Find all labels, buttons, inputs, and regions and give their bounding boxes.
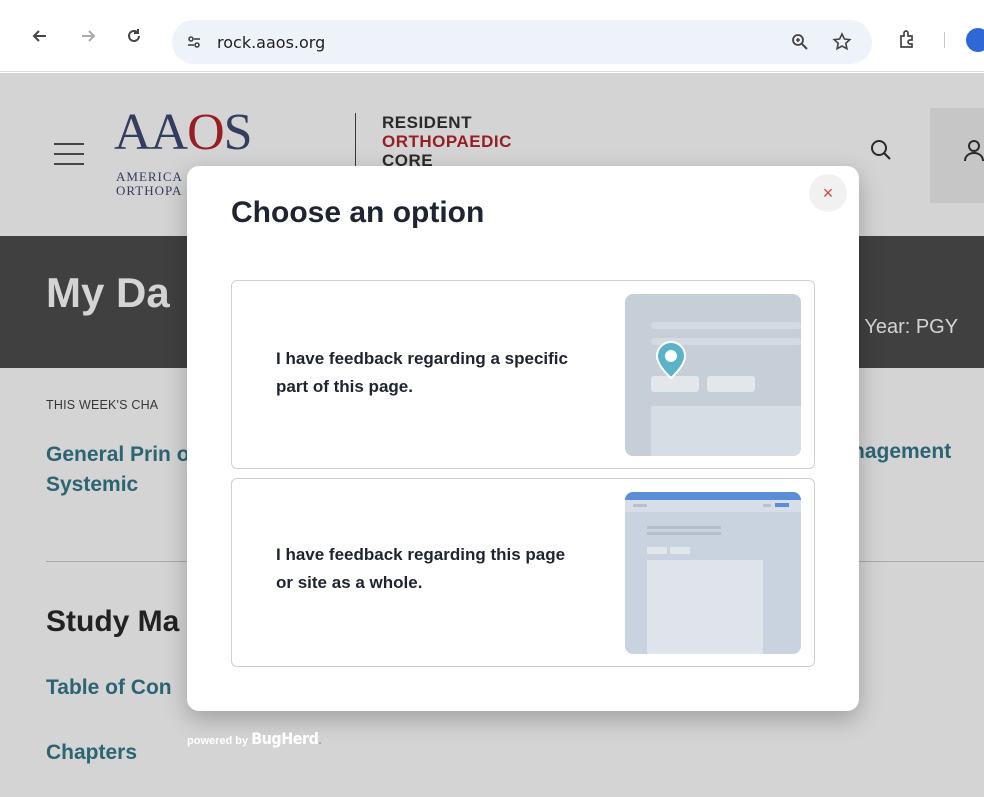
site-info-icon[interactable] [184,32,204,52]
powered-by-bugherd[interactable]: powered by BugHerd. [187,729,322,748]
zoom-icon[interactable] [790,32,810,52]
feedback-modal: Choose an option × I have feedback regar… [187,166,859,711]
extensions-icon[interactable] [896,28,918,50]
url-text[interactable]: rock.aaos.org [217,33,325,52]
back-icon[interactable] [30,26,50,46]
modal-title: Choose an option [231,196,485,229]
page-illustration-icon [625,492,801,654]
forward-icon[interactable] [78,26,98,46]
close-icon: × [822,182,834,203]
bookmark-star-icon[interactable] [832,32,852,52]
reload-icon[interactable] [124,26,144,46]
option-text: I have feedback regarding this page or s… [276,545,566,592]
option-specific-part[interactable]: I have feedback regarding a specific par… [231,280,815,469]
powered-by-label: powered by [187,735,249,747]
option-text: I have feedback regarding a specific par… [276,349,568,396]
close-button[interactable]: × [809,174,847,212]
profile-icon[interactable] [966,28,984,52]
pin-illustration-icon [625,294,801,456]
option-whole-page[interactable]: I have feedback regarding this page or s… [231,478,815,667]
bugherd-logo: BugHerd [251,729,319,748]
address-bar[interactable]: rock.aaos.org [172,20,872,64]
toolbar-divider [944,32,945,48]
browser-toolbar: rock.aaos.org [0,0,984,72]
